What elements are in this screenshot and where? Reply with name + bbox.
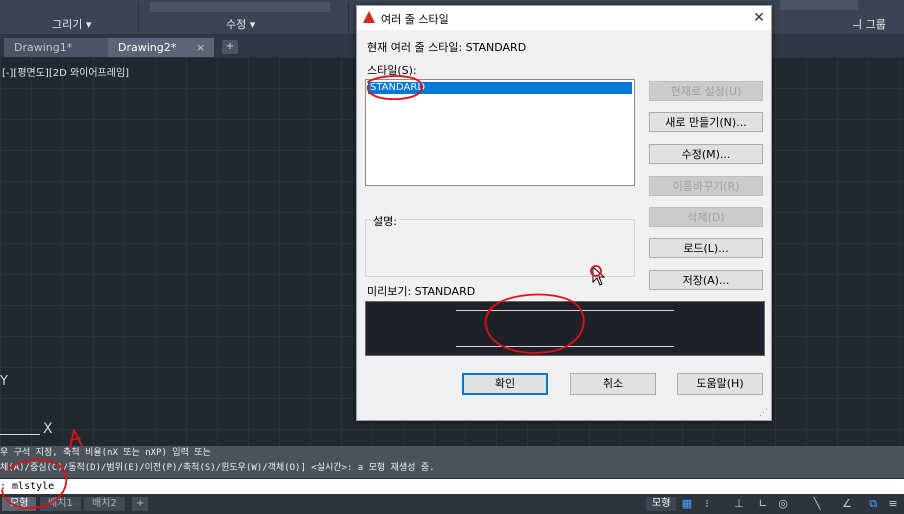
annotation-circle-preview	[484, 293, 585, 354]
annotation-dot	[590, 265, 602, 277]
annotation-letter-a	[69, 429, 83, 449]
red-annotations	[1, 75, 602, 509]
annotation-circle-command	[1, 459, 68, 509]
annotation-circle-list-item	[366, 75, 423, 100]
